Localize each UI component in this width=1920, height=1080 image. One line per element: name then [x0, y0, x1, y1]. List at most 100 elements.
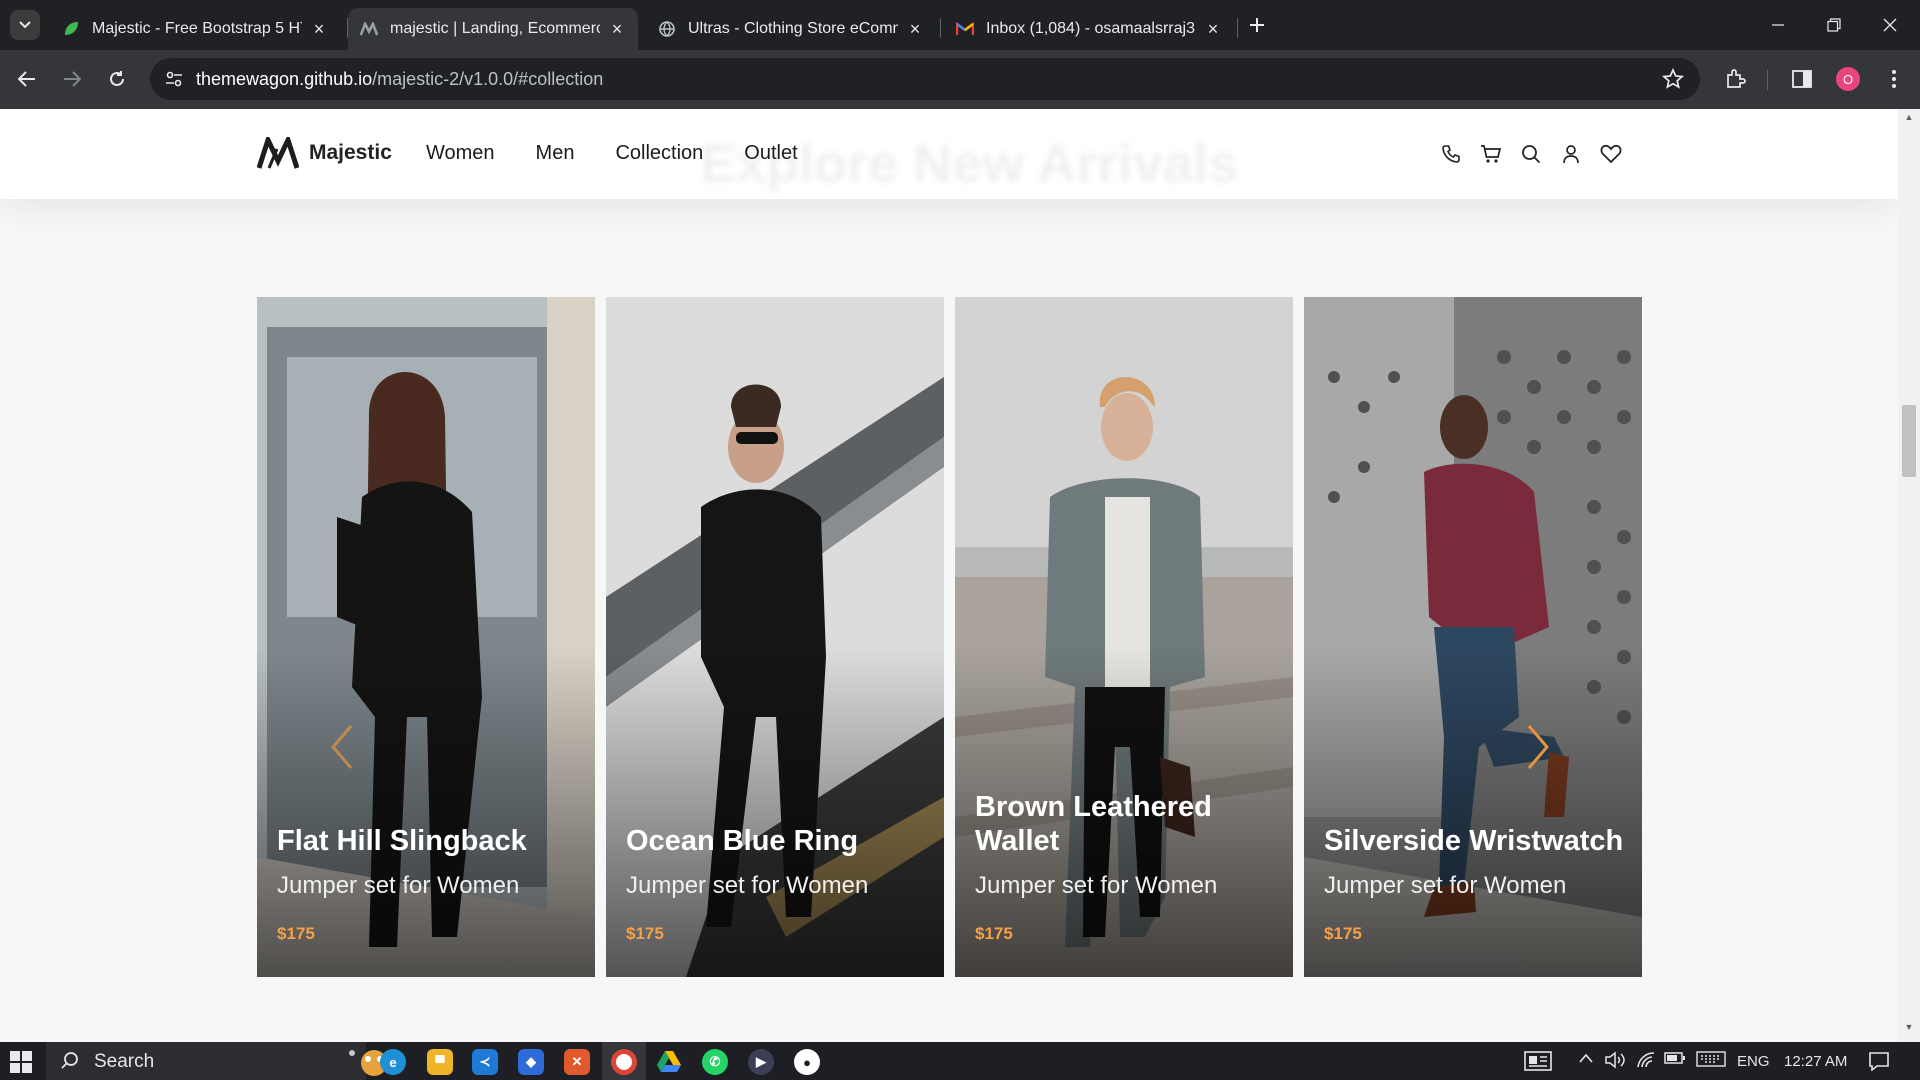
chevron-up-icon[interactable] — [1578, 1051, 1594, 1068]
product-price: $175 — [1324, 924, 1362, 943]
side-panel-icon[interactable] — [1788, 65, 1816, 93]
product-carousel: Flat Hill Slingback Jumper set for Women… — [257, 297, 1642, 977]
battery-icon[interactable] — [1664, 1051, 1686, 1069]
xampp-icon[interactable]: ✕ — [564, 1049, 590, 1075]
minimize-icon — [1772, 24, 1784, 26]
close-window-button[interactable] — [1870, 8, 1910, 42]
nav-link-outlet[interactable]: Outlet — [744, 142, 797, 165]
close-icon[interactable]: × — [608, 19, 626, 40]
nav-link-men[interactable]: Men — [536, 142, 575, 165]
gmail-icon — [956, 20, 974, 38]
cart-icon[interactable] — [1478, 141, 1504, 167]
product-description: Jumper set for Women — [975, 872, 1218, 899]
close-icon[interactable]: × — [906, 19, 924, 40]
tab-separator — [1237, 18, 1238, 38]
heart-icon[interactable] — [1598, 141, 1624, 167]
volume-icon[interactable] — [1604, 1051, 1626, 1073]
product-price: $175 — [975, 924, 1013, 943]
shield-app-icon[interactable]: ◆ — [518, 1049, 544, 1075]
keyboard-icon[interactable] — [1696, 1051, 1726, 1071]
tab-search-button[interactable] — [10, 10, 40, 40]
reload-button[interactable] — [102, 64, 132, 94]
taskbar-search-box[interactable]: Search — [46, 1042, 399, 1080]
brand-name: Majestic — [309, 141, 392, 164]
scrollbar-thumb[interactable] — [1902, 405, 1916, 477]
scroll-down-arrow-icon[interactable]: ▼ — [1898, 1022, 1920, 1038]
restore-icon — [1827, 18, 1841, 32]
reload-icon — [110, 71, 124, 86]
product-price: $175 — [626, 924, 664, 943]
product-name[interactable]: Silverside Wristwatch — [1324, 824, 1630, 858]
product-name[interactable]: Ocean Blue Ring — [626, 824, 932, 858]
close-icon[interactable]: × — [1204, 19, 1222, 40]
tab-majestic-landing[interactable]: majestic | Landing, Ecommerce × — [348, 8, 638, 50]
address-bar[interactable]: themewagon.github.io/majestic-2/v1.0.0/#… — [150, 58, 1700, 100]
product-card[interactable]: Flat Hill Slingback Jumper set for Women… — [257, 297, 595, 977]
scroll-up-arrow-icon[interactable]: ▲ — [1898, 112, 1920, 128]
product-price: $175 — [277, 924, 315, 943]
edge-icon[interactable]: e — [380, 1049, 406, 1075]
browser-toolbar: themewagon.github.io/majestic-2/v1.0.0/#… — [0, 50, 1920, 109]
plus-icon — [1250, 18, 1264, 32]
google-drive-icon[interactable] — [656, 1049, 682, 1075]
product-card[interactable]: Silverside Wristwatch Jumper set for Wom… — [1304, 297, 1642, 977]
bookmark-star-icon[interactable] — [1660, 66, 1686, 92]
product-description: Jumper set for Women — [277, 872, 520, 899]
toolbar-divider — [1767, 70, 1768, 90]
windows-taskbar: Search e ▀ ≺ ◆ ✕ ✆ ▶ ● ENG 12:27 AM — [0, 1042, 1920, 1080]
url-text[interactable]: themewagon.github.io/majestic-2/v1.0.0/#… — [196, 69, 603, 90]
tab-title: Majestic - Free Bootstrap 5 HTML — [92, 20, 302, 37]
circle-app-icon[interactable]: ● — [794, 1049, 820, 1075]
search-icon[interactable] — [1518, 141, 1544, 167]
tab-majestic-bootstrap[interactable]: Majestic - Free Bootstrap 5 HTML × — [50, 8, 340, 50]
extensions-icon[interactable] — [1721, 65, 1749, 93]
user-icon[interactable] — [1558, 141, 1584, 167]
green-leaf-icon — [62, 20, 80, 38]
globe-icon — [658, 20, 676, 38]
new-tab-button[interactable] — [1244, 12, 1270, 38]
product-description: Jumper set for Women — [626, 872, 869, 899]
chrome-icon[interactable] — [611, 1049, 637, 1075]
chevron-down-icon — [19, 21, 31, 29]
taskbar-clock[interactable]: 12:27 AM — [1784, 1053, 1847, 1070]
browser-menu-icon[interactable] — [1880, 65, 1908, 93]
nav-link-women[interactable]: Women — [426, 142, 495, 165]
restore-button[interactable] — [1814, 8, 1854, 42]
page-scrollbar[interactable] — [1898, 109, 1920, 1042]
file-explorer-icon[interactable]: ▀ — [427, 1049, 453, 1075]
majestic-logo-icon — [360, 20, 378, 38]
media-player-icon[interactable]: ▶ — [748, 1049, 774, 1075]
chevron-left-icon — [331, 725, 353, 769]
arrow-right-icon — [64, 71, 81, 87]
majestic-logo-icon — [257, 137, 299, 169]
product-name[interactable]: Brown Leathered Wallet — [975, 790, 1281, 858]
windows-start-icon[interactable] — [10, 1051, 32, 1073]
minimize-button[interactable] — [1758, 8, 1798, 42]
product-card[interactable]: Ocean Blue Ring Jumper set for Women $17… — [606, 297, 944, 977]
carousel-prev-button[interactable] — [327, 722, 357, 772]
product-card[interactable]: Brown Leathered Wallet Jumper set for Wo… — [955, 297, 1293, 977]
news-widget-icon[interactable] — [1524, 1051, 1552, 1075]
tab-ultras[interactable]: Ultras - Clothing Store eComme × — [646, 8, 936, 50]
site-info-icon[interactable] — [162, 67, 186, 91]
nav-link-collection[interactable]: Collection — [615, 142, 703, 165]
whatsapp-icon[interactable]: ✆ — [702, 1049, 728, 1075]
brand-logo[interactable]: Majestic — [257, 137, 392, 169]
vscode-icon[interactable]: ≺ — [472, 1049, 498, 1075]
close-icon — [1883, 18, 1897, 32]
product-name[interactable]: Flat Hill Slingback — [277, 824, 583, 858]
carousel-next-button[interactable] — [1523, 722, 1553, 772]
wifi-icon[interactable] — [1636, 1051, 1656, 1073]
url-path: /majestic-2/v1.0.0/#collection — [372, 69, 604, 89]
forward-button[interactable] — [57, 64, 87, 94]
input-language[interactable]: ENG — [1737, 1053, 1770, 1070]
tab-separator — [940, 18, 941, 38]
arrow-left-icon — [18, 71, 35, 87]
notification-icon[interactable] — [1868, 1051, 1890, 1075]
tab-gmail-inbox[interactable]: Inbox (1,084) - osamaalsrraj3@ × — [944, 8, 1234, 50]
profile-avatar[interactable]: O — [1836, 67, 1860, 91]
close-icon[interactable]: × — [310, 19, 328, 40]
phone-icon[interactable] — [1438, 141, 1464, 167]
back-button[interactable] — [12, 64, 42, 94]
page-viewport: Explore New Arrivals Majestic Women Men … — [0, 109, 1898, 1042]
